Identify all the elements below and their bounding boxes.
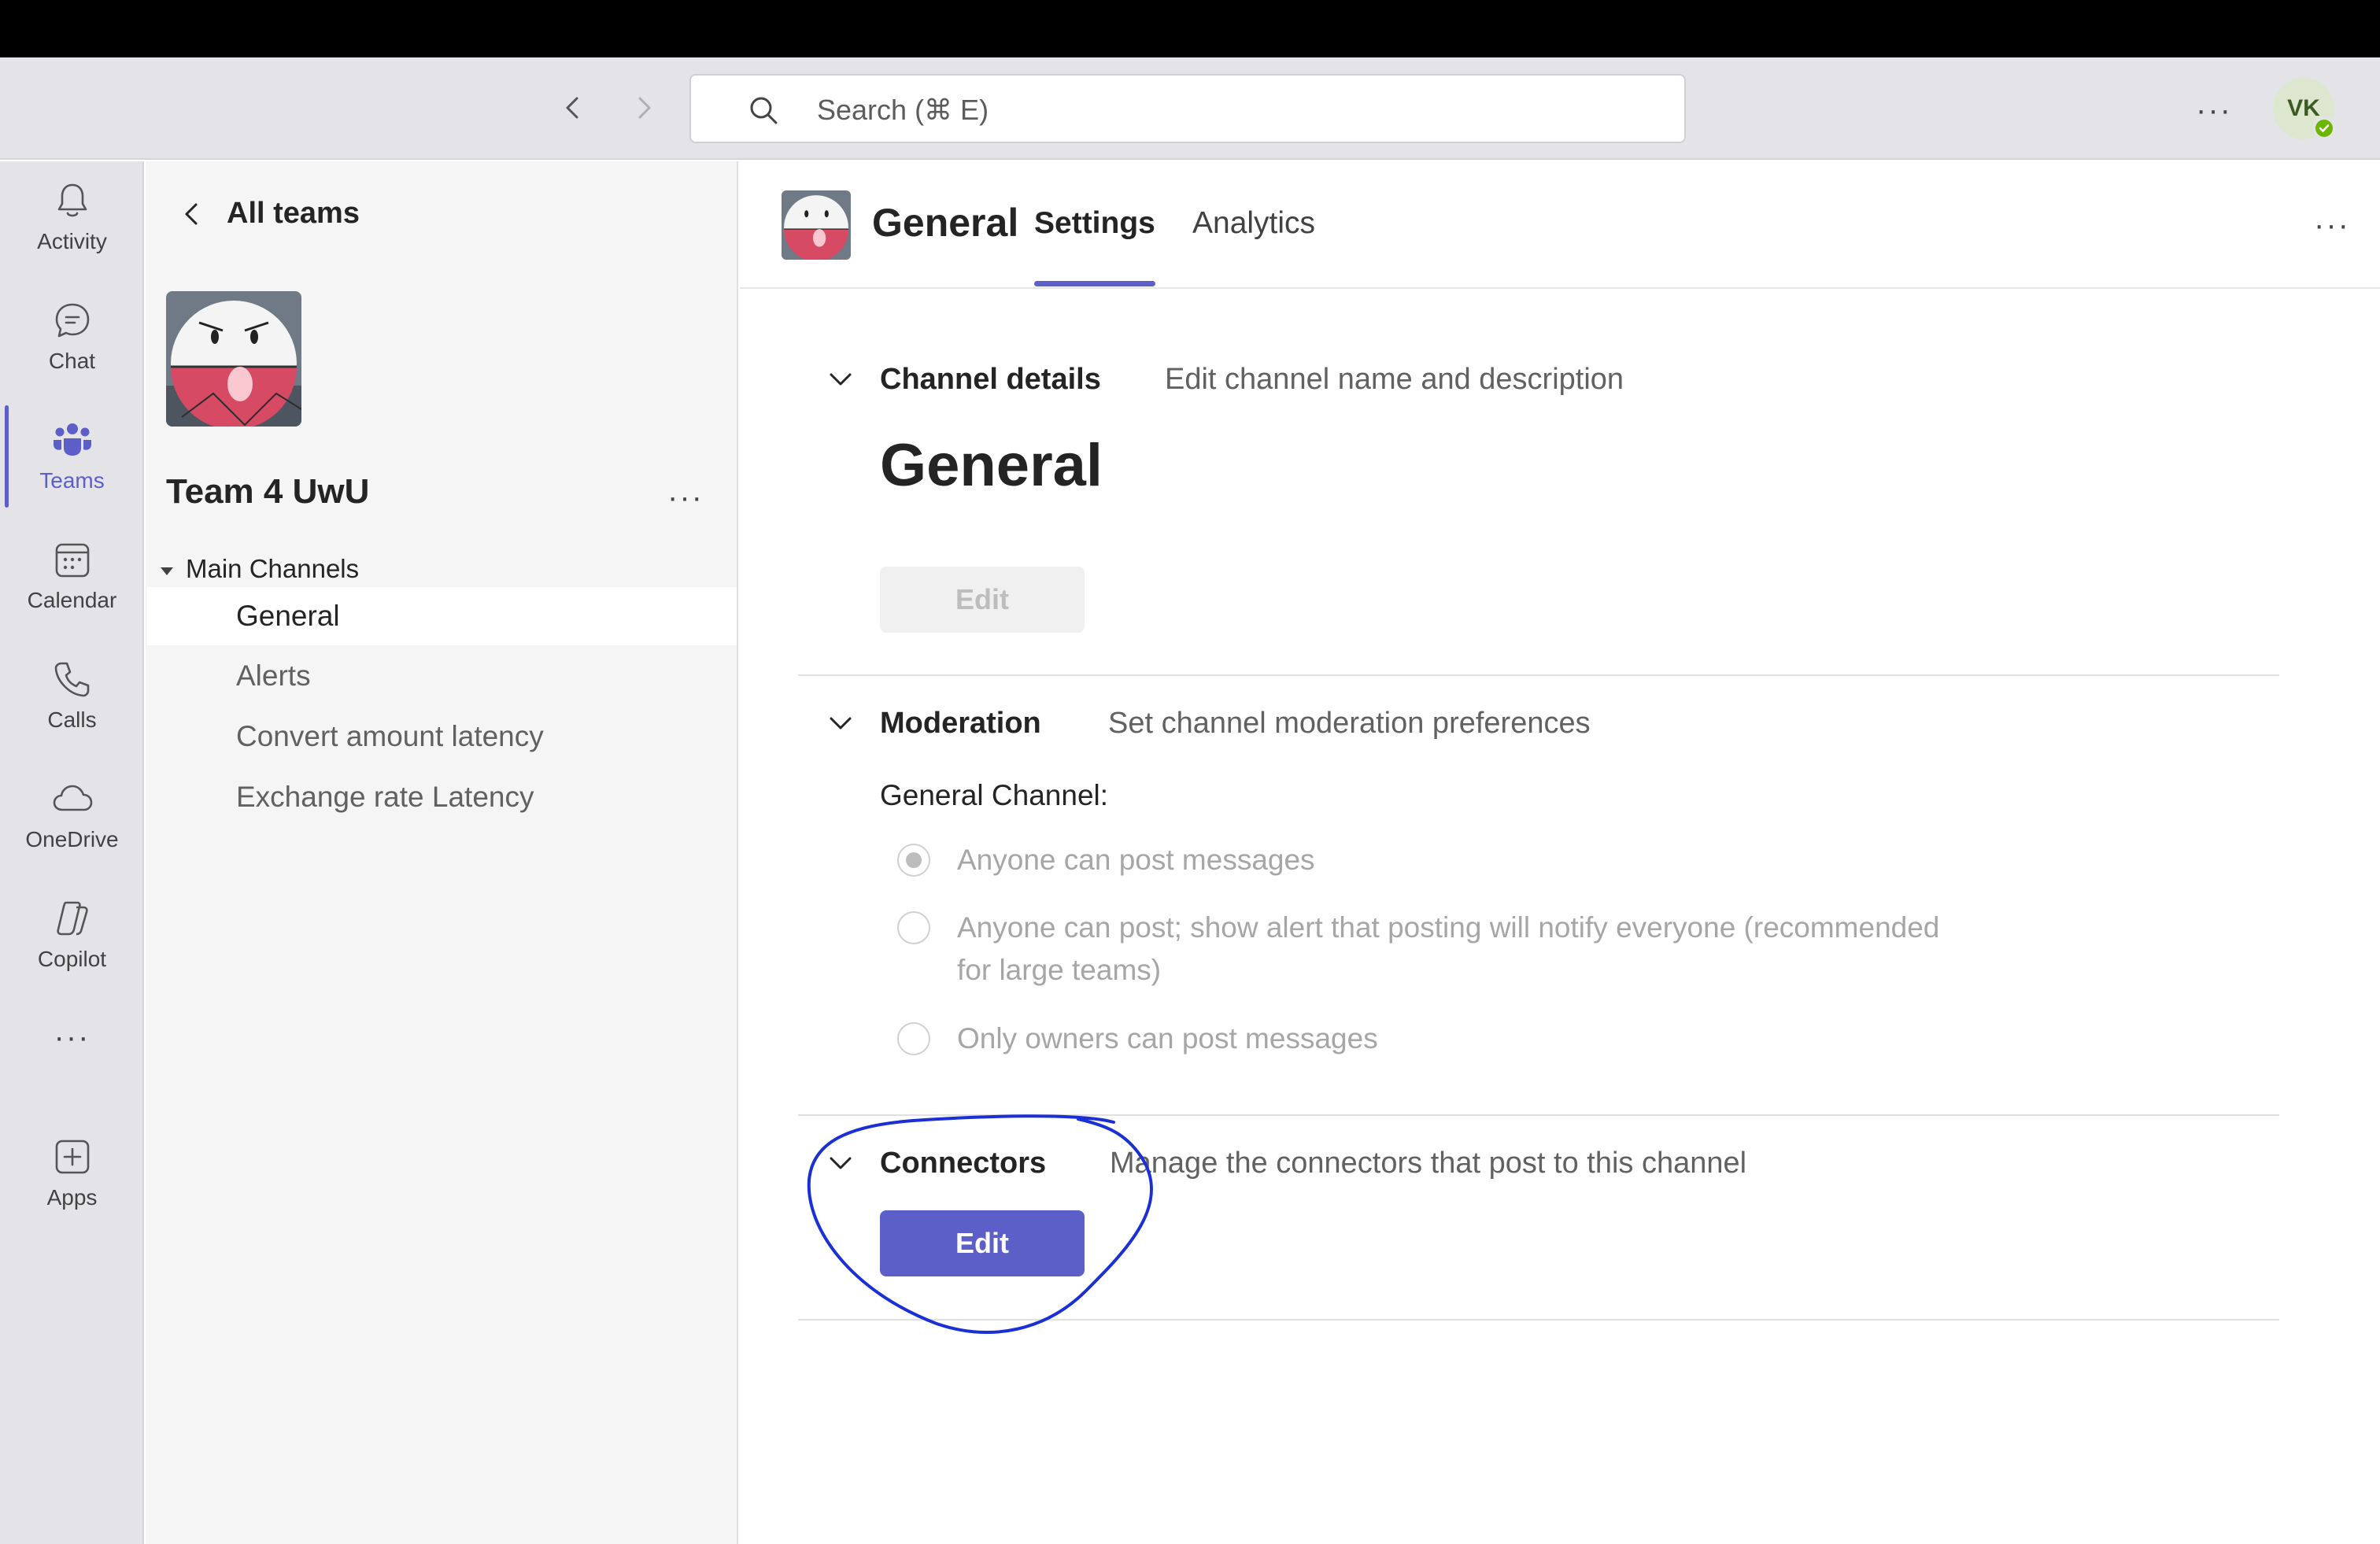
tab-analytics[interactable]: Analytics [1192,206,1315,241]
channel-details-title[interactable]: Channel details [880,363,1101,397]
chevron-down-icon[interactable] [825,364,856,395]
rail-label: Calls [47,707,97,732]
rail-label: Apps [46,1185,98,1210]
chevron-down-icon[interactable] [825,707,856,739]
rail-label: Teams [39,468,105,493]
bell-icon [57,183,87,217]
channel-item-alerts[interactable]: Alerts [147,647,737,705]
add-app-icon [55,1140,89,1174]
channel-more-options-icon[interactable]: ··· [2314,208,2350,243]
caret-down-icon[interactable] [157,562,176,581]
chat-icon [55,303,89,338]
channel-group-label[interactable]: Main Channels [186,554,359,584]
rail-item-apps[interactable]: Apps [0,1117,144,1220]
copilot-icon [56,901,88,936]
rail-label: Calendar [27,588,117,612]
channel-details-edit-button[interactable]: Edit [880,567,1085,633]
search-icon [750,97,778,124]
rail-item-activity[interactable]: Activity [0,161,144,264]
back-arrow-icon[interactable] [556,90,590,125]
rail-item-onedrive[interactable]: OneDrive [0,759,144,862]
rail-label: OneDrive [25,827,119,851]
channel-label: Exchange rate Latency [236,781,534,813]
radio-label: Only owners can post messages [957,1022,1378,1055]
channel-label: Convert amount latency [236,720,544,752]
channel-item-exchange-rate-latency[interactable]: Exchange rate Latency [147,768,737,826]
radio-only-owners[interactable] [897,1022,930,1055]
annotation-circle [807,1114,1153,1334]
forward-arrow-icon[interactable] [626,90,661,125]
moderation-description: Set channel moderation preferences [1108,707,1591,740]
channel-label: General [236,600,340,632]
team-more-options-icon[interactable]: ··· [667,480,704,515]
status-available-icon [2312,116,2336,140]
channel-name-display: General [880,432,1103,499]
active-tab-indicator [1034,281,1155,286]
channel-item-general[interactable]: General [147,587,737,645]
rail-label: Copilot [37,947,107,971]
channel-avatar-image [782,190,851,260]
rail-item-teams[interactable]: Teams [0,401,144,503]
calendar-icon [55,543,89,578]
channel-label: Alerts [236,659,311,692]
radio-label: Anyone can post; show alert that posting… [957,911,1940,944]
rail-item-chat[interactable]: Chat [0,281,144,383]
rail-label: Chat [48,349,96,373]
more-options-icon[interactable]: ··· [2196,93,2232,128]
all-teams-link[interactable]: All teams [227,197,360,231]
header-divider [740,287,2380,289]
moderation-title[interactable]: Moderation [880,707,1041,741]
cloud-icon [53,785,92,811]
section-divider [798,674,2279,676]
tab-settings[interactable]: Settings [1034,206,1155,241]
team-name: Team 4 UwU [166,472,370,511]
rail-more-apps[interactable]: ··· [0,1020,144,1075]
team-avatar-image [166,291,301,427]
radio-label: Anyone can post messages [957,844,1315,876]
search-placeholder: Search (⌘ E) [817,94,989,126]
search-input[interactable]: Search (⌘ E) [689,74,1686,143]
radio-anyone-can-post-alert[interactable] [897,911,930,944]
radio-label-continued: for large teams) [957,954,1162,986]
teams-icon [53,423,91,456]
rail-item-copilot[interactable]: Copilot [0,879,144,981]
channel-item-convert-amount-latency[interactable]: Convert amount latency [147,707,737,766]
phone-icon [54,662,89,697]
channel-details-description: Edit channel name and description [1165,363,1624,396]
rail-item-calendar[interactable]: Calendar [0,520,144,622]
rail-label: Activity [37,229,107,253]
top-black-bar [0,0,2380,57]
radio-anyone-can-post[interactable] [897,844,930,877]
chevron-left-icon[interactable] [178,200,206,228]
connectors-description: Manage the connectors that post to this … [1110,1147,1747,1180]
rail-item-calls[interactable]: Calls [0,640,144,742]
channel-title: General [872,201,1019,245]
more-icon: ··· [54,1020,91,1055]
general-channel-label: General Channel: [880,779,1109,811]
